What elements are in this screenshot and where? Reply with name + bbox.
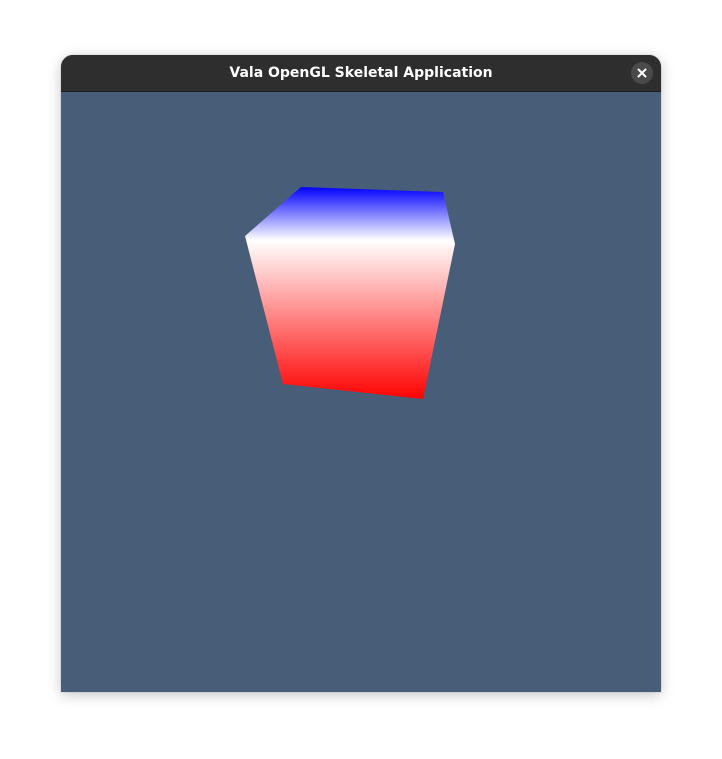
close-icon <box>637 68 647 78</box>
close-button[interactable] <box>631 62 653 84</box>
app-window: Vala OpenGL Skeletal Application <box>61 55 661 692</box>
cube-render <box>245 187 455 399</box>
window-title: Vala OpenGL Skeletal Application <box>229 65 493 81</box>
rotating-cube <box>245 187 455 399</box>
opengl-canvas[interactable] <box>61 92 661 692</box>
title-bar[interactable]: Vala OpenGL Skeletal Application <box>61 55 661 92</box>
